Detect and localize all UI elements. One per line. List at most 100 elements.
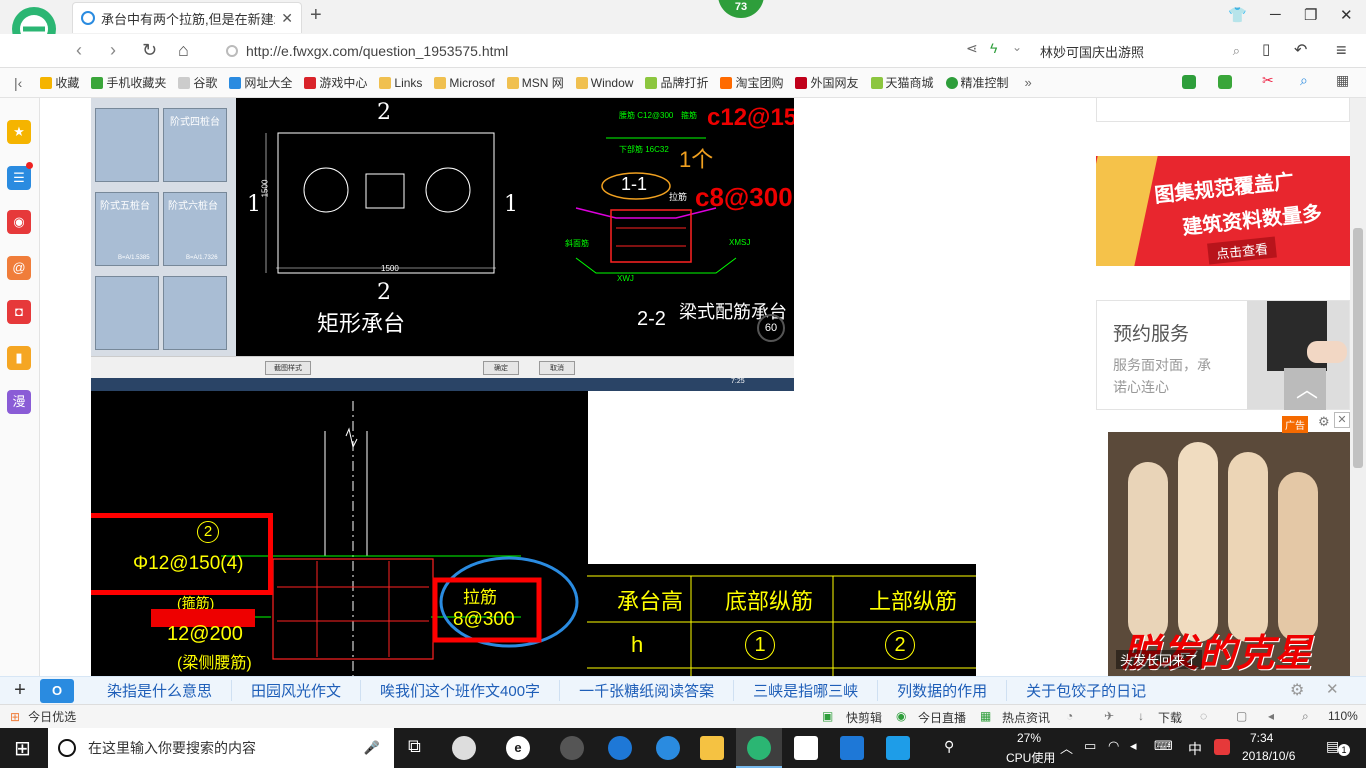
- bookmark-item[interactable]: 谷歌: [178, 74, 217, 91]
- news-icon[interactable]: ☰: [7, 166, 31, 190]
- windows-start-icon[interactable]: ⊞: [14, 736, 31, 761]
- ok-button[interactable]: 确定: [483, 361, 519, 375]
- thumbnail[interactable]: 阶式五桩台 B=A/1.5385: [95, 192, 159, 266]
- battery-icon[interactable]: ▭: [1084, 738, 1096, 754]
- lightning-icon[interactable]: ϟ: [990, 40, 997, 56]
- sogou-icon[interactable]: [1214, 739, 1230, 755]
- close-hotbar-icon[interactable]: ✕: [1326, 680, 1339, 698]
- new-tab-button[interactable]: +: [310, 4, 322, 27]
- status-label[interactable]: 今日优选: [28, 708, 76, 725]
- style-button[interactable]: 截图样式: [265, 361, 311, 375]
- keyboard-icon[interactable]: ⌨: [1154, 738, 1173, 754]
- url-field[interactable]: http://e.fwxgx.com/question_1953575.html: [226, 40, 956, 62]
- zoom-level[interactable]: 110%: [1328, 709, 1358, 723]
- email-icon[interactable]: @: [7, 256, 31, 280]
- status-item[interactable]: 今日直播: [918, 709, 966, 726]
- page-scrollbar[interactable]: [1350, 98, 1366, 676]
- hot-search-link[interactable]: 一千张糖纸阅读答案: [560, 680, 735, 701]
- thumbnail[interactable]: 阶式四桩台: [163, 108, 227, 182]
- gauge-icon[interactable]: ◔: [1066, 709, 1073, 723]
- tab-close-icon[interactable]: ✕: [281, 10, 293, 27]
- hot-search-link[interactable]: 三峡是指哪三峡: [734, 680, 879, 701]
- bookmark-item[interactable]: 精准控制: [945, 74, 1009, 91]
- game-controller-icon[interactable]: ◘: [7, 300, 31, 324]
- edge-browser-icon[interactable]: [608, 736, 632, 760]
- translate-icon[interactable]: [1218, 75, 1232, 89]
- scissors-icon[interactable]: ✂: [1262, 72, 1274, 89]
- thumbnail[interactable]: [95, 276, 159, 350]
- settings-icon[interactable]: ⚙: [1290, 680, 1304, 700]
- search-icon[interactable]: ⌕: [1233, 43, 1240, 59]
- hot-search-link[interactable]: 关于包饺子的日记: [1007, 680, 1165, 701]
- magnifier-icon[interactable]: ⌕: [1300, 72, 1308, 89]
- bookmark-item[interactable]: 外国网友: [795, 74, 859, 91]
- comic-icon[interactable]: 漫: [7, 390, 31, 414]
- back-to-top-button[interactable]: ︿: [1284, 368, 1326, 410]
- fan-app-icon[interactable]: [452, 736, 476, 760]
- swirl-app-icon[interactable]: [560, 736, 584, 760]
- window-icon[interactable]: ▢: [1236, 709, 1247, 723]
- ad-close-icon[interactable]: ✕: [1334, 412, 1350, 428]
- ad-button[interactable]: 点击查看: [1207, 236, 1277, 265]
- more-bookmarks-icon[interactable]: »: [1025, 75, 1032, 90]
- bookmark-item[interactable]: 品牌打折: [645, 74, 708, 91]
- browser-e-icon[interactable]: e: [506, 736, 530, 760]
- bookmark-item[interactable]: Window: [575, 76, 633, 90]
- sidebar-toggle-icon[interactable]: |‹: [14, 75, 22, 91]
- book-icon[interactable]: ▮: [7, 346, 31, 370]
- bookmark-item[interactable]: 网址大全: [229, 74, 292, 91]
- hot-search-link[interactable]: 唉我们这个班作文400字: [361, 680, 561, 701]
- plus-app-icon[interactable]: [886, 736, 910, 760]
- shield-icon[interactable]: [1182, 75, 1196, 89]
- minimize-button[interactable]: ─: [1270, 6, 1281, 23]
- cancel-button[interactable]: 取消: [539, 361, 575, 375]
- clock-date[interactable]: 2018/10/6: [1242, 749, 1295, 763]
- scrollbar-thumb[interactable]: [1353, 228, 1363, 468]
- site-info-icon[interactable]: [226, 45, 238, 57]
- share-icon[interactable]: ⋖: [966, 40, 978, 57]
- task-view-icon[interactable]: ⧉: [408, 736, 421, 757]
- bookmark-item[interactable]: Microsof: [434, 76, 495, 90]
- mail-icon[interactable]: [794, 736, 818, 760]
- ie-browser-icon[interactable]: [656, 736, 680, 760]
- ad-image-ginger[interactable]: 脱发的克星 头发长回来了: [1108, 432, 1350, 676]
- bookmark-item[interactable]: 淘宝团购: [720, 74, 783, 91]
- favorites-star-icon[interactable]: ★: [7, 120, 31, 144]
- bookmark-item[interactable]: Links: [379, 76, 422, 90]
- add-icon[interactable]: +: [0, 679, 40, 702]
- menu-icon[interactable]: ≡: [1336, 40, 1347, 61]
- status-item[interactable]: 热点资讯: [1002, 709, 1050, 726]
- notification-center-icon[interactable]: ▤: [1326, 738, 1339, 755]
- bookmark-item[interactable]: MSN 网: [506, 74, 564, 91]
- reload-icon[interactable]: ↻: [142, 40, 157, 61]
- status-item[interactable]: 快剪辑: [846, 709, 882, 726]
- search-box[interactable]: 林妙可国庆出游照 ⌕: [1040, 40, 1240, 62]
- bookmark-item[interactable]: 天猫商城: [870, 74, 934, 91]
- wifi-icon[interactable]: ◠: [1108, 738, 1119, 754]
- search-logo-icon[interactable]: O: [40, 678, 74, 703]
- g-app-icon[interactable]: [840, 736, 864, 760]
- people-icon[interactable]: ⚲: [944, 738, 954, 755]
- thumbnail[interactable]: [163, 276, 227, 350]
- bookmark-item[interactable]: 手机收藏夹: [91, 74, 166, 91]
- weibo-icon[interactable]: ◉: [7, 210, 31, 234]
- apps-grid-icon[interactable]: ▦: [1336, 72, 1349, 89]
- hot-search-link[interactable]: 列数据的作用: [878, 680, 1008, 701]
- maximize-button[interactable]: ❐: [1304, 6, 1317, 24]
- ime-indicator[interactable]: 中: [1188, 739, 1202, 759]
- file-explorer-icon[interactable]: [700, 736, 724, 760]
- active-app-button[interactable]: [736, 728, 782, 768]
- clock-time[interactable]: 7:34: [1250, 731, 1273, 745]
- status-item[interactable]: 下载: [1158, 709, 1182, 726]
- undo-icon[interactable]: ↶: [1294, 40, 1307, 60]
- microphone-icon[interactable]: 🎤: [364, 740, 380, 756]
- shirt-skin-icon[interactable]: 👕: [1228, 6, 1247, 24]
- speed-badge[interactable]: 73: [718, 0, 764, 18]
- speaker-icon[interactable]: ◂: [1130, 738, 1137, 754]
- chevron-down-icon[interactable]: ⌄: [1012, 40, 1022, 54]
- ad-settings-icon[interactable]: ⚙: [1318, 414, 1330, 430]
- forward-icon[interactable]: ›: [110, 40, 116, 61]
- bookmark-item[interactable]: 收藏: [40, 74, 79, 91]
- thumbnail[interactable]: [95, 108, 159, 182]
- bookmark-item[interactable]: 游戏中心: [304, 74, 367, 91]
